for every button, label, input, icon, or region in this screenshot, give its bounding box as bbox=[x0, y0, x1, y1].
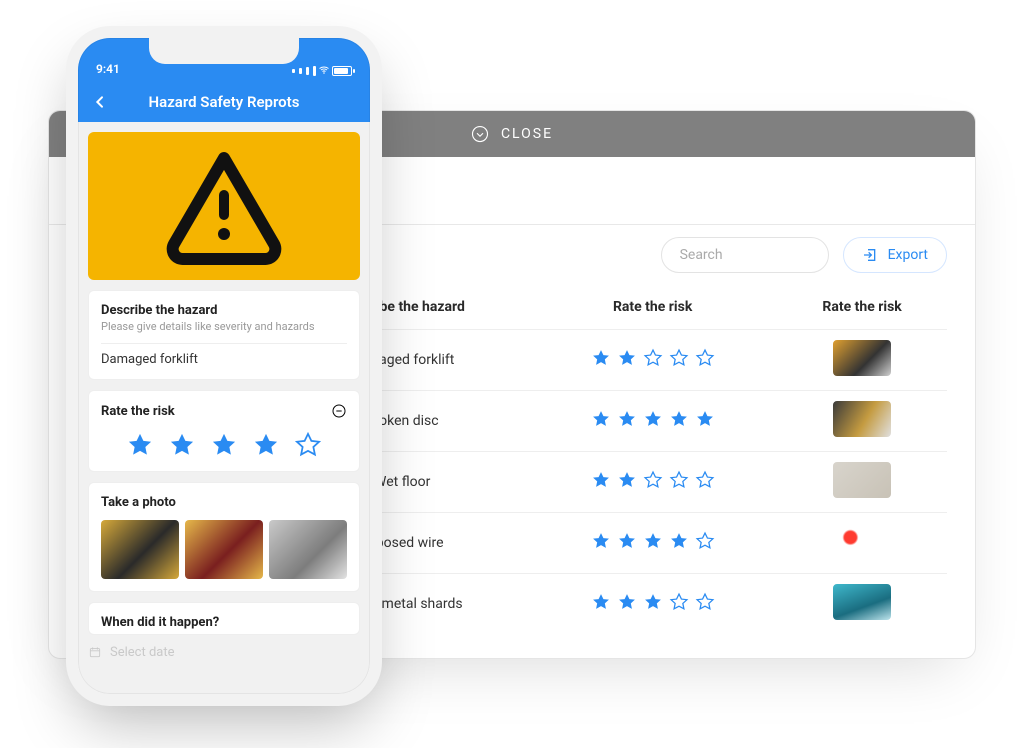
star-icon[interactable] bbox=[591, 592, 611, 612]
star-icon[interactable] bbox=[617, 531, 637, 551]
when-card: When did it happen? bbox=[88, 602, 360, 635]
star-icon[interactable] bbox=[695, 348, 715, 368]
star-icon[interactable] bbox=[669, 348, 689, 368]
describe-input[interactable]: Damaged forklift bbox=[101, 343, 347, 367]
star-icon[interactable] bbox=[643, 470, 663, 490]
star-icon[interactable] bbox=[126, 431, 154, 459]
rating-stars[interactable] bbox=[126, 431, 322, 459]
star-icon[interactable] bbox=[643, 531, 663, 551]
photo-thumbnail[interactable] bbox=[185, 520, 263, 579]
describe-heading: Describe the hazard bbox=[101, 303, 347, 318]
photo-thumbnail[interactable] bbox=[269, 520, 347, 579]
star-icon[interactable] bbox=[669, 409, 689, 429]
phone-nav: Hazard Safety Reprots bbox=[78, 82, 370, 122]
describe-sub: Please give details like severity and ha… bbox=[101, 320, 347, 333]
phone-mock: 9:41 Hazard Safety Reprots Describe the … bbox=[66, 26, 382, 706]
warning-triangle-icon bbox=[164, 146, 284, 266]
star-icon[interactable] bbox=[210, 431, 238, 459]
battery-icon bbox=[332, 66, 352, 76]
circle-chevron-down-icon bbox=[471, 125, 489, 143]
cell-image bbox=[777, 330, 947, 391]
row-thumbnail[interactable] bbox=[833, 523, 891, 559]
photo-card: Take a photo bbox=[88, 482, 360, 592]
star-icon[interactable] bbox=[669, 531, 689, 551]
star-icon[interactable] bbox=[617, 470, 637, 490]
star-icon[interactable] bbox=[294, 431, 322, 459]
wifi-icon bbox=[316, 64, 332, 76]
row-thumbnail[interactable] bbox=[833, 401, 891, 437]
photo-heading: Take a photo bbox=[101, 495, 347, 510]
star-icon[interactable] bbox=[695, 592, 715, 612]
star-icon[interactable] bbox=[591, 348, 611, 368]
cell-risk bbox=[528, 513, 777, 574]
col-image: Rate the risk bbox=[777, 293, 947, 330]
cell-risk bbox=[528, 452, 777, 513]
star-icon[interactable] bbox=[591, 531, 611, 551]
row-thumbnail[interactable] bbox=[833, 584, 891, 620]
cell-risk bbox=[528, 391, 777, 452]
star-icon[interactable] bbox=[695, 409, 715, 429]
row-thumbnail[interactable] bbox=[833, 340, 891, 376]
rate-heading: Rate the risk bbox=[101, 404, 175, 419]
star-icon[interactable] bbox=[591, 470, 611, 490]
col-risk: Rate the risk bbox=[528, 293, 777, 330]
when-heading: When did it happen? bbox=[101, 615, 347, 630]
date-input[interactable]: Select date bbox=[88, 645, 370, 660]
cell-image bbox=[777, 391, 947, 452]
cell-image bbox=[777, 574, 947, 635]
export-icon bbox=[862, 247, 878, 263]
search-input[interactable] bbox=[680, 247, 858, 263]
status-clock: 9:41 bbox=[96, 62, 120, 76]
star-icon[interactable] bbox=[591, 409, 611, 429]
date-placeholder: Select date bbox=[110, 645, 175, 660]
calendar-icon bbox=[88, 645, 102, 659]
photo-thumbnail[interactable] bbox=[101, 520, 179, 579]
warning-banner bbox=[88, 132, 360, 280]
star-icon[interactable] bbox=[168, 431, 196, 459]
describe-card: Describe the hazard Please give details … bbox=[88, 290, 360, 380]
back-icon[interactable] bbox=[92, 94, 108, 110]
star-icon[interactable] bbox=[617, 592, 637, 612]
cell-risk bbox=[528, 574, 777, 635]
rate-card: Rate the risk bbox=[88, 390, 360, 472]
search-field[interactable] bbox=[661, 237, 829, 273]
star-icon[interactable] bbox=[643, 409, 663, 429]
phone-notch bbox=[149, 38, 299, 64]
phone-title: Hazard Safety Reprots bbox=[78, 93, 370, 111]
star-icon[interactable] bbox=[695, 470, 715, 490]
cell-image bbox=[777, 513, 947, 574]
star-icon[interactable] bbox=[617, 409, 637, 429]
star-icon[interactable] bbox=[643, 348, 663, 368]
star-icon[interactable] bbox=[669, 592, 689, 612]
export-button[interactable]: Export bbox=[843, 237, 947, 273]
close-label: CLOSE bbox=[501, 126, 553, 142]
star-icon[interactable] bbox=[695, 531, 715, 551]
star-icon[interactable] bbox=[252, 431, 280, 459]
star-icon[interactable] bbox=[617, 348, 637, 368]
export-label: Export bbox=[888, 247, 928, 263]
star-icon[interactable] bbox=[669, 470, 689, 490]
star-icon[interactable] bbox=[643, 592, 663, 612]
cell-image bbox=[777, 452, 947, 513]
signal-icon bbox=[292, 66, 316, 76]
row-thumbnail[interactable] bbox=[833, 462, 891, 498]
minus-circle-icon[interactable] bbox=[331, 403, 347, 419]
cell-risk bbox=[528, 330, 777, 391]
